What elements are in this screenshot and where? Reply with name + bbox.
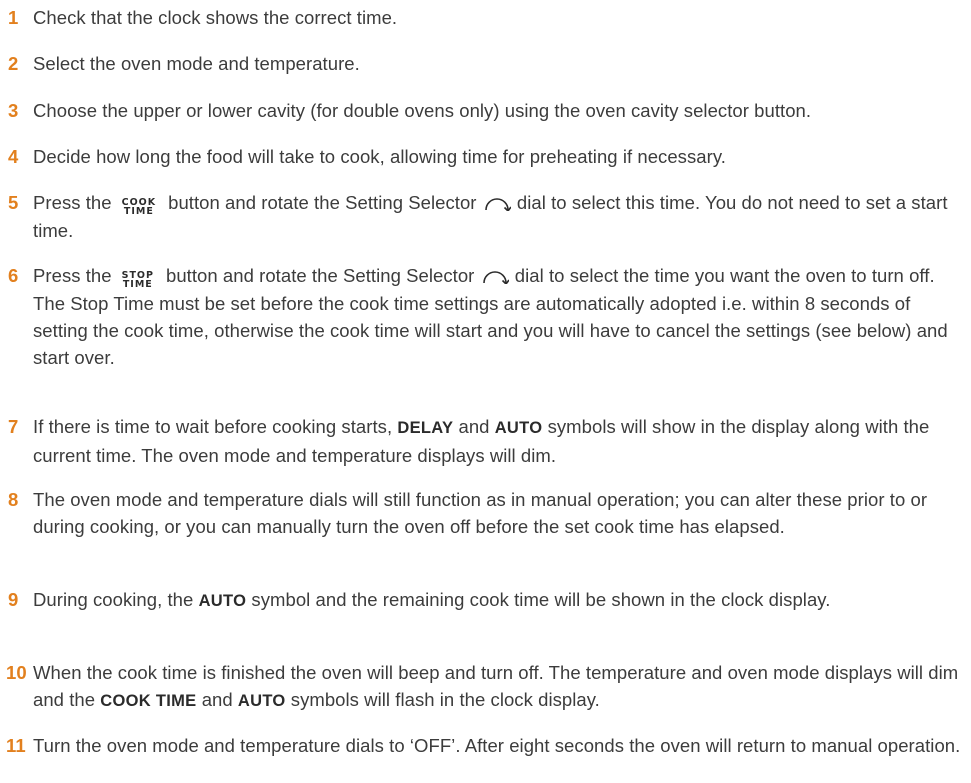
step-8: 8 The oven mode and temperature dials wi…	[0, 486, 968, 540]
cook-time-symbol-label: COOK TIME	[100, 692, 197, 710]
step-10: 10 When the cook time is finished the ov…	[0, 659, 968, 715]
step-text-part: and	[458, 416, 490, 437]
step-2: 2 Select the oven mode and temperature.	[0, 50, 968, 77]
step-number: 9	[8, 589, 19, 610]
step-text-part: Press the	[33, 192, 112, 213]
step-text-part: Press the	[33, 265, 112, 286]
step-number: 10	[6, 662, 27, 683]
step-number: 7	[8, 416, 19, 437]
delay-symbol-label: DELAY	[397, 419, 454, 437]
step-number: 11	[6, 735, 26, 756]
step-7: 7 If there is time to wait before cookin…	[0, 413, 968, 469]
step-text-part: symbol and the remaining cook time will …	[251, 589, 831, 610]
step-text-part: If there is time to wait before cooking …	[33, 416, 393, 437]
step-text-part: button and rotate the Setting Selector	[165, 265, 475, 286]
step-number: 3	[8, 100, 19, 121]
step-text: Check that the clock shows the correct t…	[33, 7, 398, 28]
step-text: Press the STOP TIME button and rotate the S…	[33, 262, 968, 371]
step-1: 1 Check that the clock shows the correct…	[0, 4, 968, 31]
rotate-dial-icon	[484, 198, 511, 211]
step-number: 1	[8, 7, 19, 28]
step-number: 5	[8, 192, 19, 213]
step-text: Select the oven mode and temperature.	[33, 53, 360, 74]
step-text: If there is time to wait before cooking …	[33, 413, 968, 469]
step-number: 6	[8, 265, 19, 286]
stop-time-button-icon: STOP TIME	[122, 270, 154, 290]
step-text-part: button and rotate the Setting Selector	[168, 192, 477, 213]
auto-symbol-label: AUTO	[494, 419, 543, 437]
step-text-part: During cooking, the	[33, 589, 194, 610]
step-3: 3 Choose the upper or lower cavity (for …	[0, 97, 968, 124]
step-text: Press the COOK TIME button and rotate the S…	[33, 189, 968, 244]
step-text-part: and	[201, 689, 233, 710]
step-4: 4 Decide how long the food will take to …	[0, 143, 968, 170]
step-number: 8	[8, 489, 19, 510]
step-text: Turn the oven mode and temperature dials…	[33, 735, 961, 756]
step-text: Decide how long the food will take to co…	[33, 146, 726, 167]
step-text: The oven mode and temperature dials will…	[33, 489, 928, 537]
button-icon-bottom-label: TIME	[122, 279, 153, 290]
step-9: 9 During cooking, the AUTO symbol and th…	[0, 586, 968, 615]
auto-symbol-label: AUTO	[237, 692, 286, 710]
step-number: 2	[8, 53, 19, 74]
step-text: When the cook time is finished the oven …	[33, 659, 968, 715]
step-6: 6 Press the STOP TIME button and rotate the…	[0, 262, 968, 371]
step-text-part: symbols will flash in the clock display.	[290, 689, 600, 710]
auto-symbol-label: AUTO	[198, 592, 247, 610]
step-5: 5 Press the COOK TIME button and rotate the…	[0, 189, 968, 244]
cook-time-button-icon: COOK TIME	[122, 197, 157, 217]
step-11: 11 Turn the oven mode and temperature di…	[0, 732, 968, 759]
step-text: During cooking, the AUTO symbol and the …	[33, 586, 968, 615]
button-icon-bottom-label: TIME	[123, 206, 154, 217]
step-number: 4	[8, 146, 19, 167]
rotate-dial-icon	[482, 271, 509, 284]
step-text: Choose the upper or lower cavity (for do…	[33, 100, 812, 121]
